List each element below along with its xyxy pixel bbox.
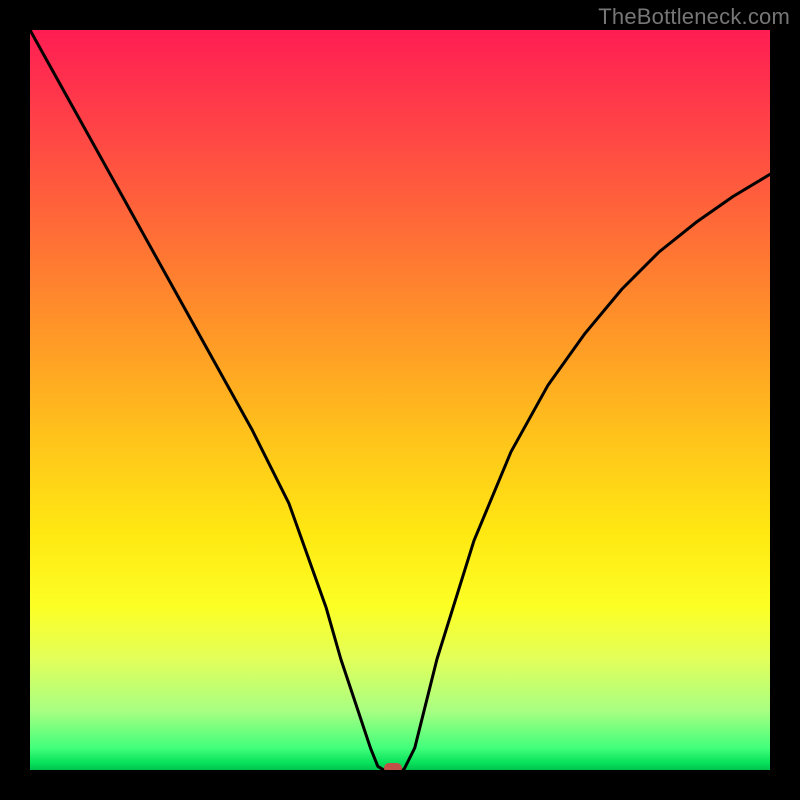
chart-frame: TheBottleneck.com (0, 0, 800, 800)
plot-area (30, 30, 770, 770)
curve-svg (30, 30, 770, 770)
watermark-text: TheBottleneck.com (598, 4, 790, 30)
bottleneck-marker (384, 763, 402, 770)
bottleneck-curve-path (30, 30, 770, 770)
